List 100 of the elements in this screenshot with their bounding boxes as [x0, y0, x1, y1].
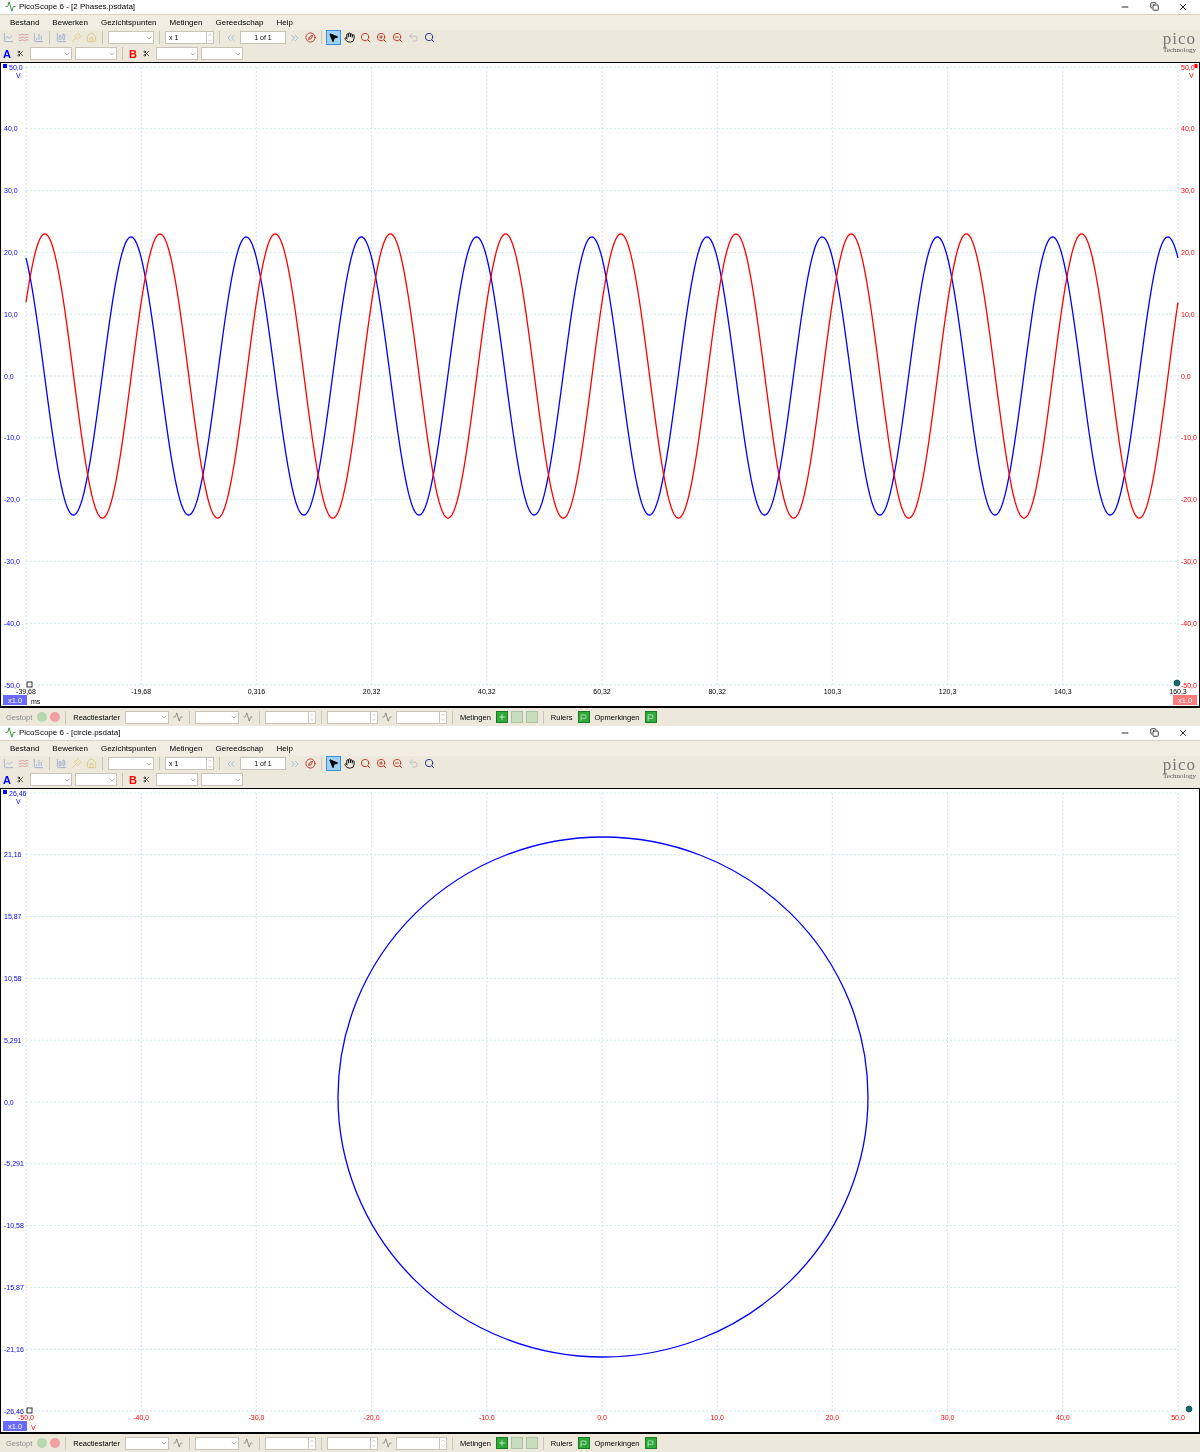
menu-item[interactable]: Gereedschap	[215, 17, 264, 27]
bar-view-icon[interactable]	[55, 757, 67, 770]
menu-item[interactable]: Gezichtspunten	[100, 743, 157, 753]
ruler-handle-icon[interactable]	[3, 789, 7, 794]
app-icon	[4, 726, 16, 739]
undo-icon	[408, 758, 419, 770]
trigger-icon[interactable]	[171, 711, 184, 723]
add-measurement-button[interactable]	[495, 711, 508, 723]
zoom-fit-tool[interactable]	[423, 31, 436, 45]
zoom-tool[interactable]	[359, 757, 372, 771]
dropdown[interactable]	[194, 1436, 239, 1450]
pre-trigger-icon[interactable]	[380, 1437, 393, 1449]
spin-box[interactable]	[395, 1436, 447, 1450]
ruler-handle-icon[interactable]	[26, 681, 33, 688]
scope-view-icon[interactable]	[2, 31, 14, 44]
zoom-out-tool[interactable]	[391, 757, 404, 771]
menu-item[interactable]: Help	[276, 17, 293, 27]
delete-measurement-button[interactable]	[525, 1437, 538, 1449]
spectrum-view-icon[interactable]	[32, 757, 44, 770]
add-measurement-button[interactable]	[495, 1437, 508, 1449]
spin-box[interactable]	[264, 1436, 316, 1450]
wand-icon[interactable]	[70, 31, 82, 44]
house-icon[interactable]	[85, 31, 97, 44]
dropdown[interactable]	[124, 710, 169, 724]
dropdown[interactable]	[155, 773, 198, 787]
hand-tool[interactable]	[343, 31, 356, 45]
zoom-fit-tool[interactable]	[423, 757, 436, 771]
wand-icon[interactable]	[70, 757, 82, 770]
edge-icon[interactable]	[241, 1437, 254, 1449]
spectrum-view-icon[interactable]	[32, 31, 44, 44]
stop-button[interactable]	[50, 712, 61, 722]
restore-icon	[1149, 2, 1159, 12]
rulers-button[interactable]	[577, 711, 590, 723]
menu-item[interactable]: Metingen	[169, 17, 203, 27]
dropdown[interactable]	[200, 773, 243, 787]
dropdown[interactable]	[74, 47, 117, 61]
notes-button[interactable]	[644, 711, 657, 723]
channel-button[interactable]: A	[2, 47, 12, 61]
zoom-out-tool[interactable]	[391, 31, 404, 45]
hand-tool[interactable]	[343, 757, 356, 771]
persistence-view-icon[interactable]	[17, 757, 29, 770]
spin-box[interactable]	[264, 710, 316, 724]
pointer-icon	[328, 758, 339, 770]
pointer-tool[interactable]	[327, 757, 340, 771]
ruler-handle-icon[interactable]	[1185, 1405, 1193, 1413]
zoom-tool[interactable]	[359, 31, 372, 45]
dropdown[interactable]	[29, 47, 72, 61]
ruler-handle-icon[interactable]	[26, 1407, 33, 1414]
menu-item[interactable]: Gereedschap	[215, 743, 264, 753]
start-button[interactable]	[37, 1438, 48, 1448]
ruler-handle-icon[interactable]	[1194, 63, 1198, 68]
pre-trigger-icon[interactable]	[380, 711, 393, 723]
dropdown[interactable]	[200, 47, 243, 61]
zoom-in-tool[interactable]	[375, 757, 388, 771]
dropdown[interactable]	[194, 710, 239, 724]
trigger-icon[interactable]	[171, 1437, 184, 1449]
delete-measurement-button[interactable]	[525, 711, 538, 723]
zoom-in-tool[interactable]	[375, 31, 388, 45]
dropdown[interactable]	[108, 31, 154, 45]
dropdown[interactable]	[124, 1436, 169, 1450]
notes-button[interactable]	[644, 1437, 657, 1449]
stop-button[interactable]	[50, 1438, 61, 1448]
caret-icon	[159, 1439, 168, 1447]
zoom-in-icon	[376, 758, 387, 770]
zoom-out-icon	[392, 758, 403, 770]
menu-item[interactable]: Bestand	[10, 743, 40, 753]
pointer-tool[interactable]	[327, 31, 340, 45]
hand-icon	[344, 32, 355, 44]
ruler-handle-icon[interactable]	[1173, 679, 1181, 687]
dropdown[interactable]	[74, 773, 117, 787]
dropdown[interactable]	[108, 757, 154, 771]
spin-box[interactable]	[395, 710, 447, 724]
dropdown[interactable]	[155, 47, 198, 61]
caret-icon	[229, 713, 238, 721]
menu-item[interactable]: Help	[276, 743, 293, 753]
caret-icon	[159, 713, 168, 721]
menu-item[interactable]: Bestand	[10, 17, 40, 27]
menu-item[interactable]: Bewerken	[52, 17, 88, 27]
house-icon[interactable]	[85, 757, 97, 770]
edge-icon[interactable]	[241, 711, 254, 723]
menu-item[interactable]: Bewerken	[52, 743, 88, 753]
persistence-view-icon[interactable]	[17, 31, 29, 44]
magnifier-icon	[360, 758, 371, 770]
start-button[interactable]	[37, 712, 48, 722]
spin-box[interactable]	[326, 710, 378, 724]
compass-icon[interactable]	[304, 31, 316, 44]
menu-item[interactable]: Metingen	[169, 743, 203, 753]
flag-icon	[647, 1439, 655, 1447]
compass-icon[interactable]	[304, 757, 316, 770]
close-icon	[1178, 1, 1188, 12]
zoom-out-icon	[392, 32, 403, 44]
channel-button[interactable]: A	[2, 773, 12, 787]
menu-item[interactable]: Gezichtspunten	[100, 17, 157, 27]
rulers-button[interactable]	[577, 1437, 590, 1449]
bar-view-icon[interactable]	[55, 31, 67, 44]
dropdown[interactable]	[29, 773, 72, 787]
ruler-handle-icon[interactable]	[3, 63, 7, 68]
scope-view-icon[interactable]	[2, 757, 14, 770]
spin-box[interactable]	[326, 1436, 378, 1450]
magnifier-icon	[360, 32, 371, 44]
